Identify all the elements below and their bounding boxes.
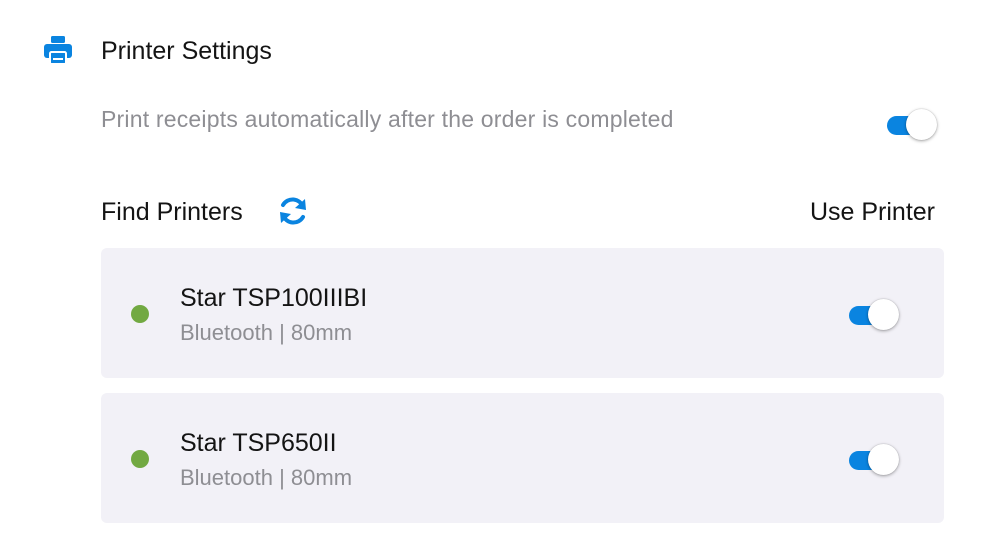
printer-connection-info: Bluetooth | 80mm	[180, 320, 353, 345]
printer-card: Star TSP650II Bluetooth | 80mm	[101, 393, 944, 523]
refresh-icon[interactable]	[276, 194, 310, 228]
auto-print-row: Print receipts automatically after the o…	[101, 100, 941, 144]
auto-print-toggle[interactable]	[887, 106, 943, 140]
use-printer-label: Use Printer	[809, 198, 935, 226]
status-dot	[131, 305, 149, 323]
printer-name: Star TSP100IIIBI	[180, 284, 368, 312]
find-printers-row: Find Printers Use Printer	[101, 190, 941, 234]
printer-settings-header: Printer Settings	[42, 30, 272, 70]
toggle-knob	[868, 444, 899, 475]
use-printer-toggle[interactable]	[849, 296, 905, 330]
page-title: Printer Settings	[101, 37, 272, 65]
status-dot	[131, 450, 149, 468]
find-printers-label: Find Printers	[101, 198, 243, 226]
printer-card: Star TSP100IIIBI Bluetooth | 80mm	[101, 248, 944, 378]
auto-print-label: Print receipts automatically after the o…	[101, 106, 674, 132]
printer-icon	[44, 36, 72, 65]
toggle-knob	[868, 299, 899, 330]
toggle-knob	[906, 109, 937, 140]
use-printer-toggle[interactable]	[849, 441, 905, 475]
printer-name: Star TSP650II	[180, 429, 337, 457]
printer-connection-info: Bluetooth | 80mm	[180, 465, 353, 490]
